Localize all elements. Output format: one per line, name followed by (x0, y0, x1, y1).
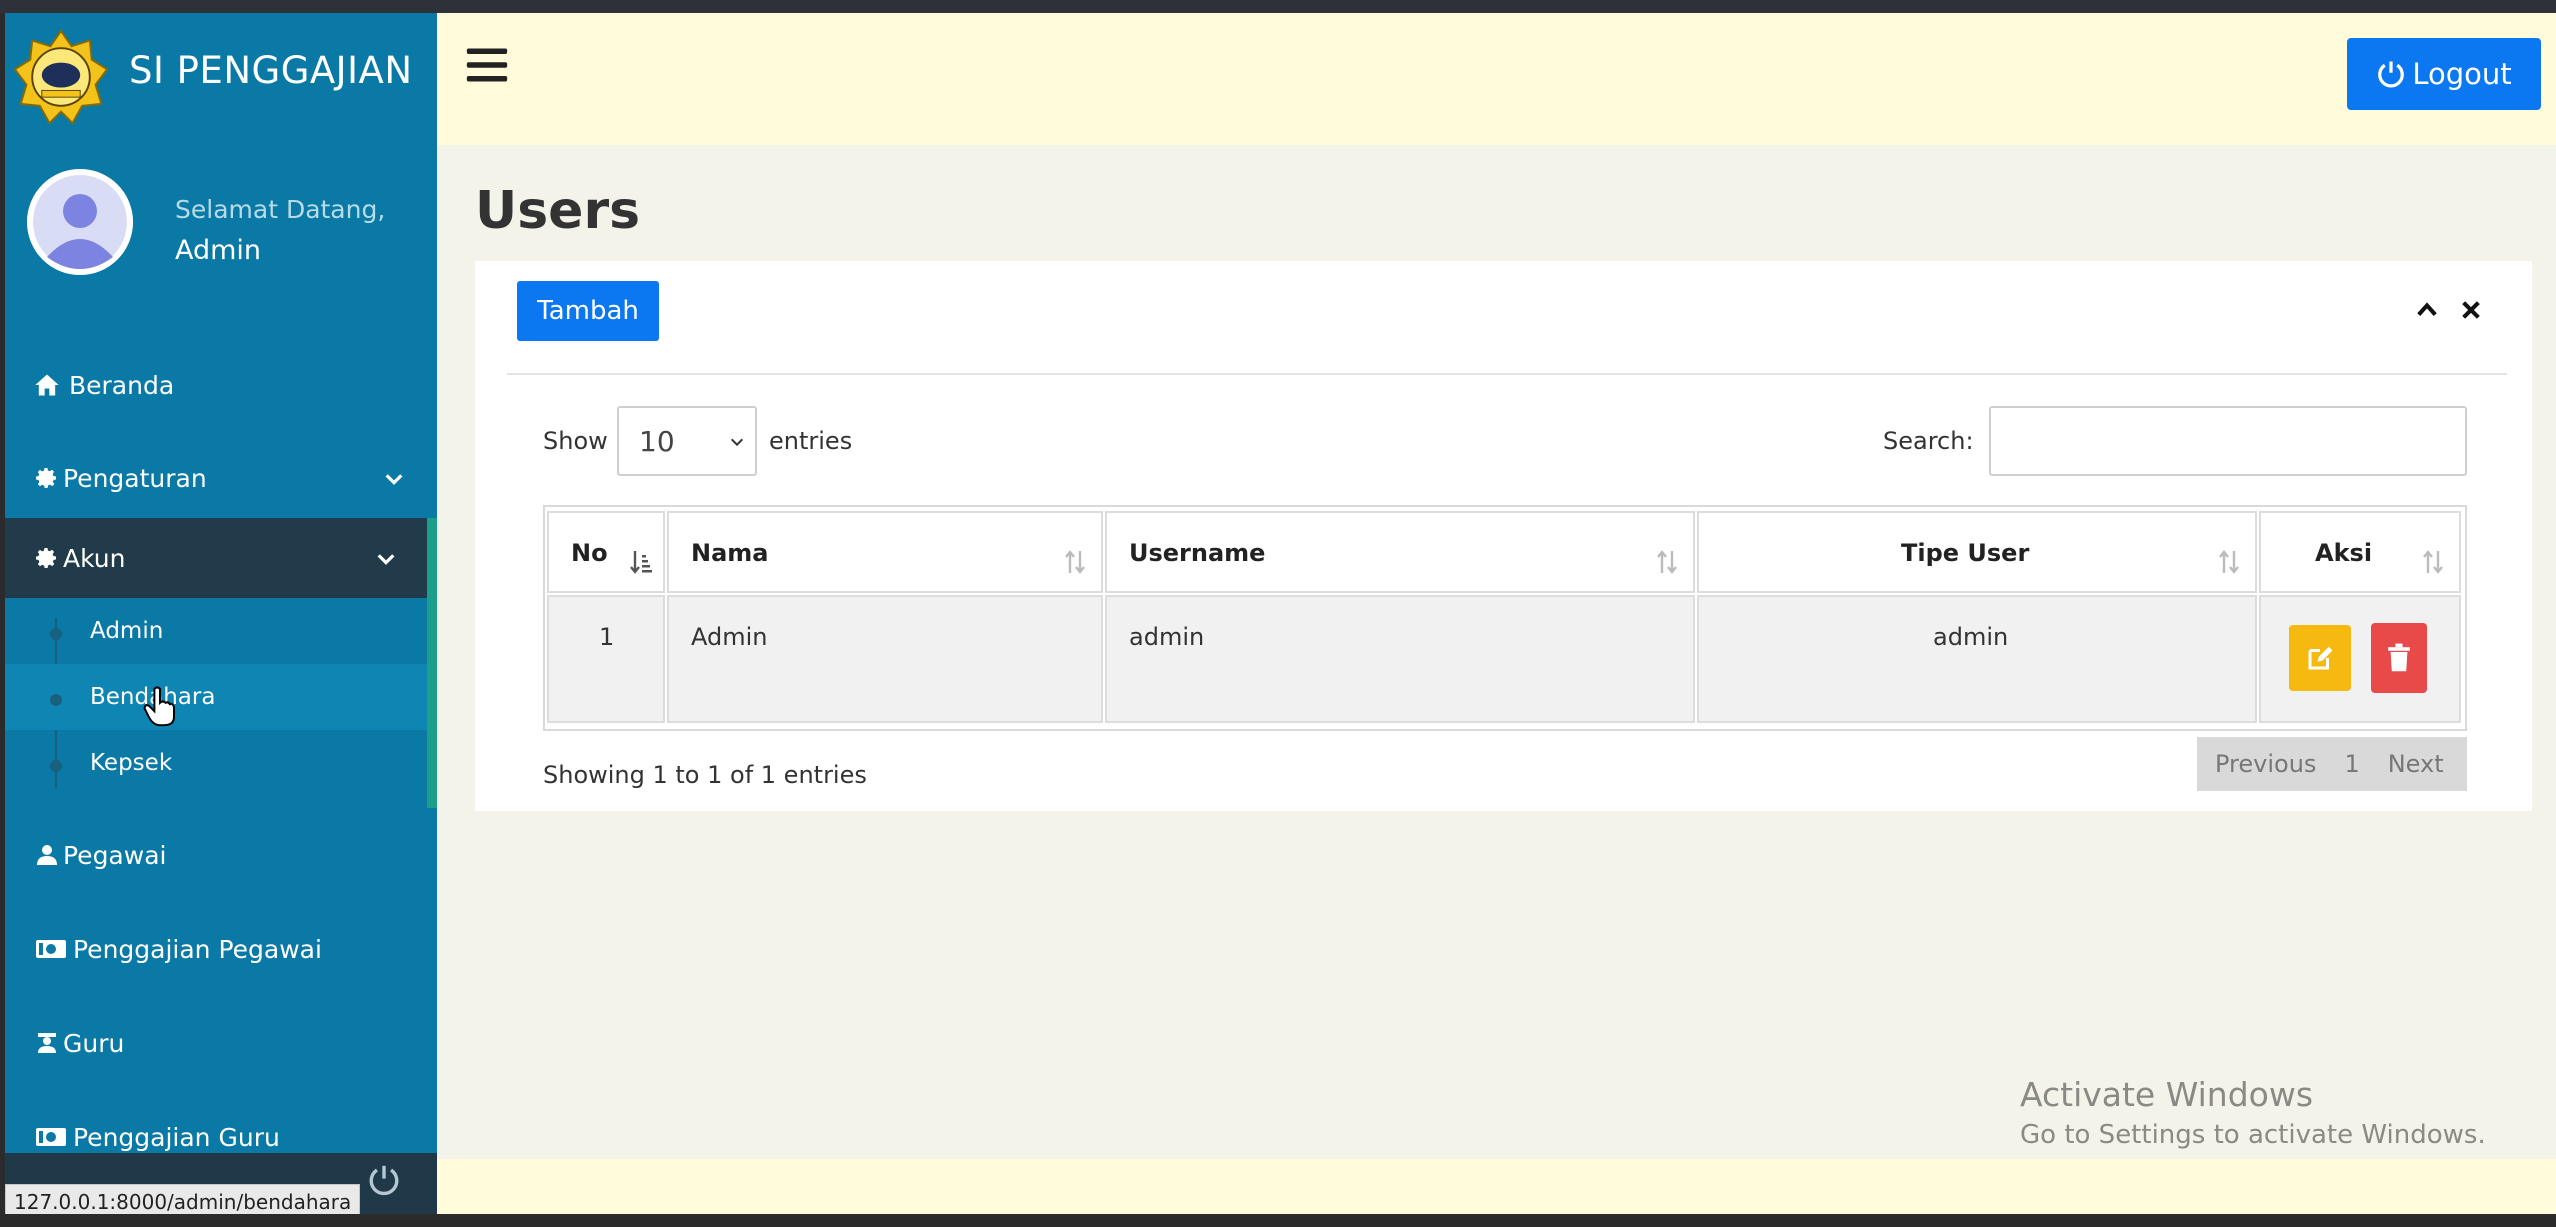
sidebar-item-penggajian-pegawai[interactable]: Penggajian Pegawai (5, 909, 437, 989)
sidebar-item-pengaturan[interactable]: Pengaturan (5, 438, 437, 518)
sidebar-item-akun[interactable]: Akun (5, 518, 427, 598)
user-icon (37, 845, 57, 865)
hand-cursor-icon (143, 686, 175, 727)
add-button[interactable]: Tambah (517, 281, 659, 341)
sidebar-item-label: Pegawai (63, 840, 167, 870)
users-box: Tambah Show 10 entries Search: No Nama U… (475, 261, 2532, 811)
column-header-nama[interactable]: Nama (667, 511, 1103, 593)
sort-asc-icon (630, 551, 652, 574)
next-button[interactable]: Next (2388, 750, 2444, 778)
page-size-value: 10 (639, 424, 675, 458)
page-size-select[interactable]: 10 (617, 406, 757, 476)
submenu-item-bendahara[interactable]: Bendahara (5, 664, 427, 730)
power-icon (2378, 61, 2405, 88)
table-cell-username: admin (1105, 595, 1695, 723)
sidebar-item-label: Guru (63, 1028, 125, 1058)
sidebar-item-label: Penggajian Pegawai (73, 934, 322, 964)
submenu-label: Kepsek (90, 750, 173, 776)
sidebar-item-beranda[interactable]: Beranda (5, 345, 437, 425)
app-window: SI PENGGAJIAN Selamat Datang, Admin Bera… (5, 13, 2556, 1214)
sidebar-item-label: Penggajian Guru (73, 1122, 280, 1152)
gear-icon (36, 468, 56, 488)
greeting-text: Selamat Datang, (175, 195, 386, 224)
page-title: Users (475, 181, 641, 241)
table-cell-no: 1 (547, 595, 665, 723)
sidebar: SI PENGGAJIAN Selamat Datang, Admin Bera… (5, 13, 437, 1214)
status-url: 127.0.0.1:8000/admin/bendahara (5, 1184, 361, 1214)
activate-windows-watermark: Activate Windows Go to Settings to activ… (2020, 1075, 2486, 1150)
user-avatar-icon (27, 169, 133, 275)
sidebar-item-label: Akun (63, 543, 126, 573)
logout-label: Logout (2412, 57, 2512, 91)
power-icon[interactable] (367, 1163, 401, 1197)
sidebar-item-guru[interactable]: Guru (5, 1003, 437, 1083)
user-name: Admin (175, 235, 262, 266)
logout-button[interactable]: Logout (2347, 38, 2541, 110)
sort-icon (1065, 550, 1085, 574)
table-cell-aksi (2259, 595, 2461, 723)
edit-button[interactable] (2289, 625, 2351, 691)
money-icon (36, 940, 66, 958)
table-info: Showing 1 to 1 of 1 entries (543, 761, 867, 789)
sort-icon (2423, 550, 2443, 574)
sidebar-item-label: Beranda (69, 370, 175, 400)
search-label: Search: (1883, 427, 1974, 455)
column-header-no[interactable]: No (547, 511, 665, 593)
app-title: SI PENGGAJIAN (129, 49, 413, 92)
column-header-aksi[interactable]: Aksi (2259, 511, 2461, 593)
window-top-strip (0, 0, 2556, 13)
column-header-tipe-user[interactable]: Tipe User (1697, 511, 2257, 593)
sidebar-item-pegawai[interactable]: Pegawai (5, 815, 437, 895)
chevron-down-icon (385, 474, 403, 485)
submenu-item-admin[interactable]: Admin (5, 598, 427, 664)
table-cell-nama: Admin (667, 595, 1103, 723)
box-tools (2416, 299, 2482, 321)
column-header-username[interactable]: Username (1105, 511, 1695, 593)
delete-button[interactable] (2371, 623, 2427, 693)
sort-icon (2219, 550, 2239, 574)
teacher-icon (38, 1033, 56, 1053)
page-1-button[interactable]: 1 (2344, 750, 2359, 778)
sort-icon (1657, 550, 1677, 574)
pagination: Previous 1 Next (2197, 737, 2467, 791)
submenu-item-kepsek[interactable]: Kepsek (5, 730, 427, 796)
chevron-down-icon (377, 554, 395, 565)
submenu-label: Admin (90, 618, 164, 644)
topbar: Logout (437, 13, 2556, 145)
gear-icon (36, 548, 56, 568)
entries-label: entries (769, 427, 853, 455)
close-icon[interactable] (2460, 299, 2482, 321)
bullet-icon (50, 694, 62, 706)
home-icon (35, 374, 59, 396)
show-label: Show (543, 427, 608, 455)
trash-icon (2388, 643, 2410, 672)
brand[interactable]: SI PENGGAJIAN (5, 13, 437, 145)
previous-button[interactable]: Previous (2215, 750, 2316, 778)
table-cell-tipe-user: admin (1697, 595, 2257, 723)
collapse-icon[interactable] (2416, 299, 2438, 321)
sidebar-item-label: Pengaturan (63, 463, 207, 493)
active-indicator (427, 518, 437, 808)
money-icon (36, 1128, 66, 1146)
hamburger-menu-icon[interactable] (465, 43, 509, 87)
user-panel: Selamat Datang, Admin (5, 153, 437, 293)
users-table: No Nama Username Tipe User Aksi 1 Admin … (543, 505, 2467, 731)
bullet-icon (50, 760, 62, 772)
edit-icon (2308, 646, 2333, 670)
search-input[interactable] (1989, 406, 2467, 476)
chevron-down-icon (730, 438, 744, 447)
avatar (27, 169, 133, 275)
bullet-icon (50, 628, 62, 640)
akun-submenu: Admin Bendahara Kepsek (5, 598, 427, 808)
school-logo-icon (13, 29, 109, 125)
footer-strip (437, 1159, 2556, 1214)
divider (507, 373, 2507, 375)
